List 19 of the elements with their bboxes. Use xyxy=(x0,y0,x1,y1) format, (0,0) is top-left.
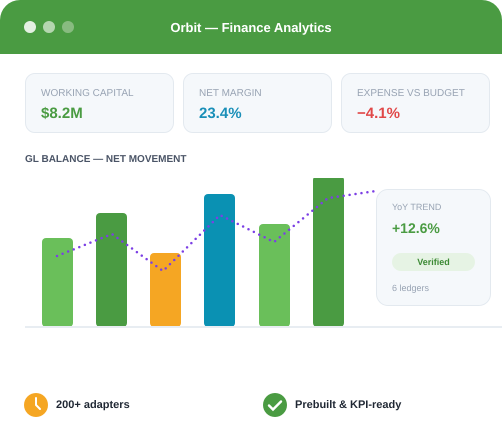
kpi-value: 23.4% xyxy=(199,105,243,122)
trend-value: +12.6% xyxy=(392,220,441,236)
kpi-label: NET MARGIN xyxy=(199,88,263,99)
window-dot-icon[interactable] xyxy=(24,21,36,33)
window-dot-icon[interactable] xyxy=(62,21,74,33)
kpi-label: EXPENSE VS BUDGET xyxy=(357,88,466,99)
chart-title: GL BALANCE — NET MOVEMENT xyxy=(25,154,188,165)
kpi-label: WORKING CAPITAL xyxy=(41,88,135,99)
verified-badge: Verified xyxy=(392,253,475,271)
check-icon xyxy=(263,393,287,417)
trend-label: YoY TREND xyxy=(392,202,442,212)
window-dot-icon[interactable] xyxy=(43,21,55,33)
window-title: Orbit — Finance Analytics xyxy=(170,20,332,34)
feature-label: 200+ adapters xyxy=(56,399,130,411)
clock-icon xyxy=(24,393,48,417)
kpi-value: $8.2M xyxy=(41,105,84,122)
kpi-value: −4.1% xyxy=(357,105,401,122)
feature-label: Prebuilt & KPI-ready xyxy=(295,399,402,411)
trend-note: 6 ledgers xyxy=(392,283,430,293)
